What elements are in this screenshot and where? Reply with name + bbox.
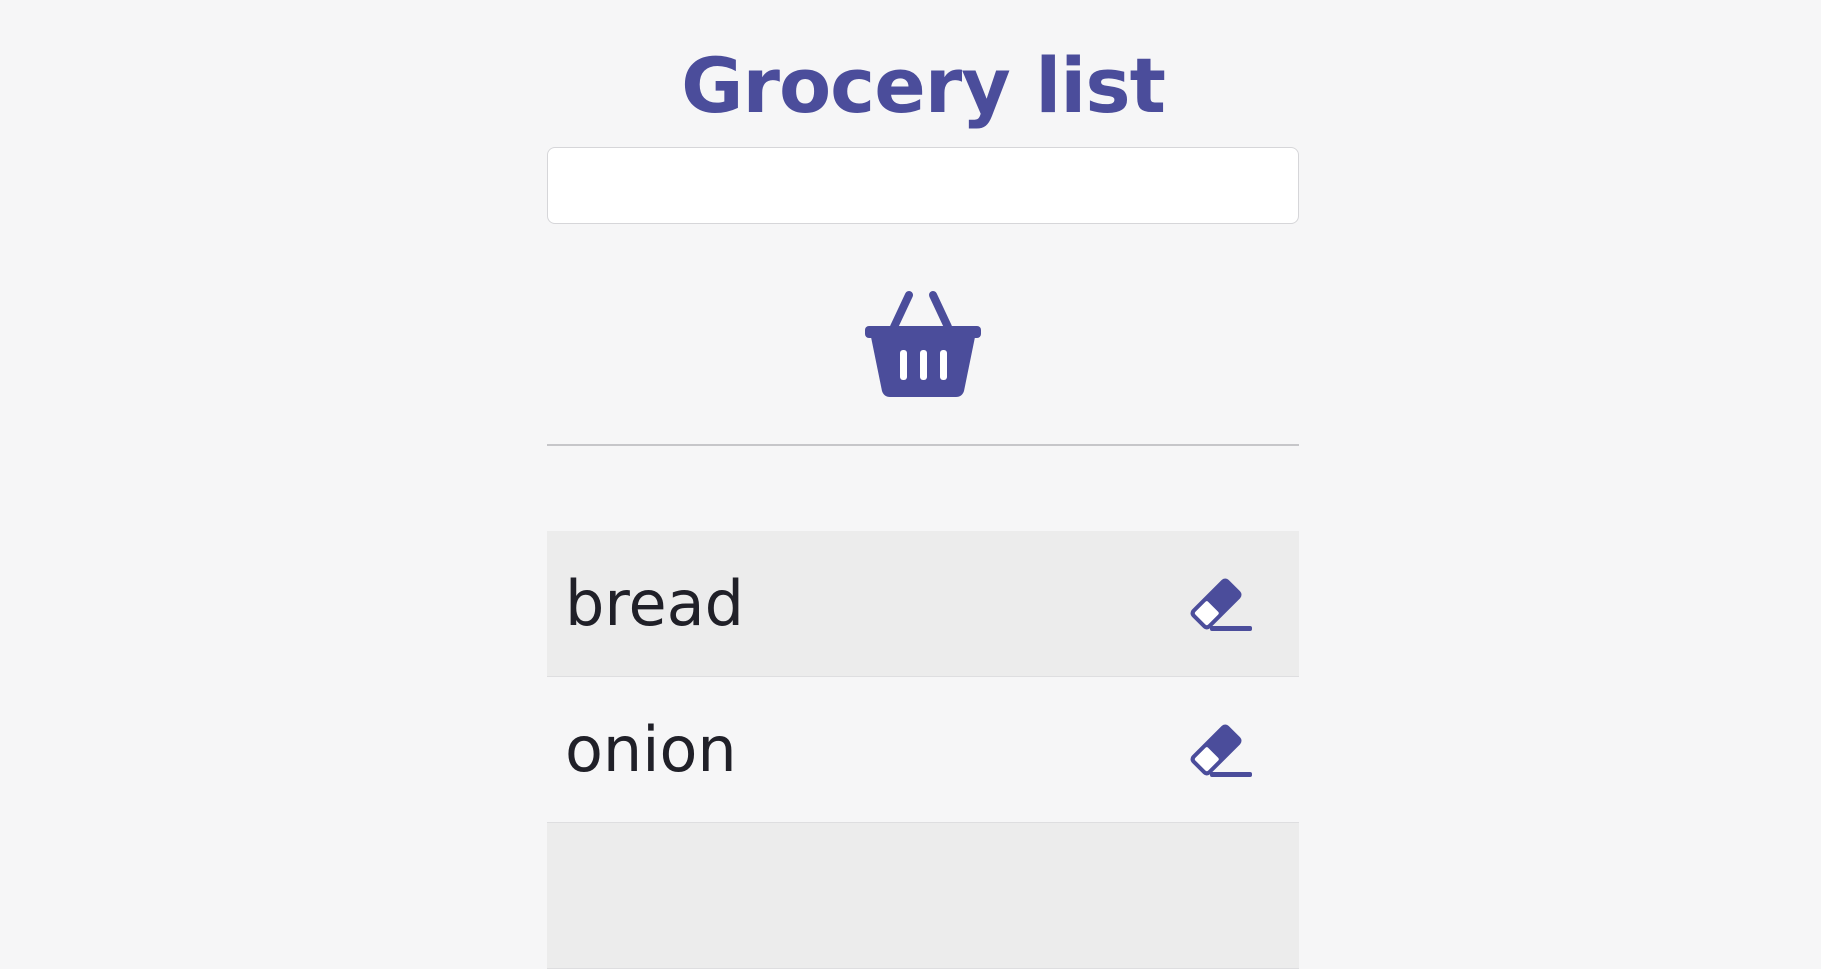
divider bbox=[547, 444, 1299, 446]
grocery-list: bread onion bbox=[547, 531, 1299, 969]
item-label: bread bbox=[565, 566, 744, 640]
item-label: onion bbox=[565, 712, 737, 786]
list-item bbox=[547, 823, 1299, 969]
delete-item-button[interactable] bbox=[1183, 719, 1255, 781]
eraser-icon bbox=[1184, 717, 1254, 782]
shopping-basket-icon bbox=[863, 287, 983, 402]
eraser-icon bbox=[1184, 571, 1254, 636]
add-item-button[interactable] bbox=[858, 287, 988, 402]
list-item: bread bbox=[547, 531, 1299, 677]
page-title: Grocery list bbox=[681, 41, 1166, 130]
list-item: onion bbox=[547, 677, 1299, 823]
new-item-input[interactable] bbox=[547, 147, 1299, 224]
delete-item-button[interactable] bbox=[1183, 573, 1255, 635]
